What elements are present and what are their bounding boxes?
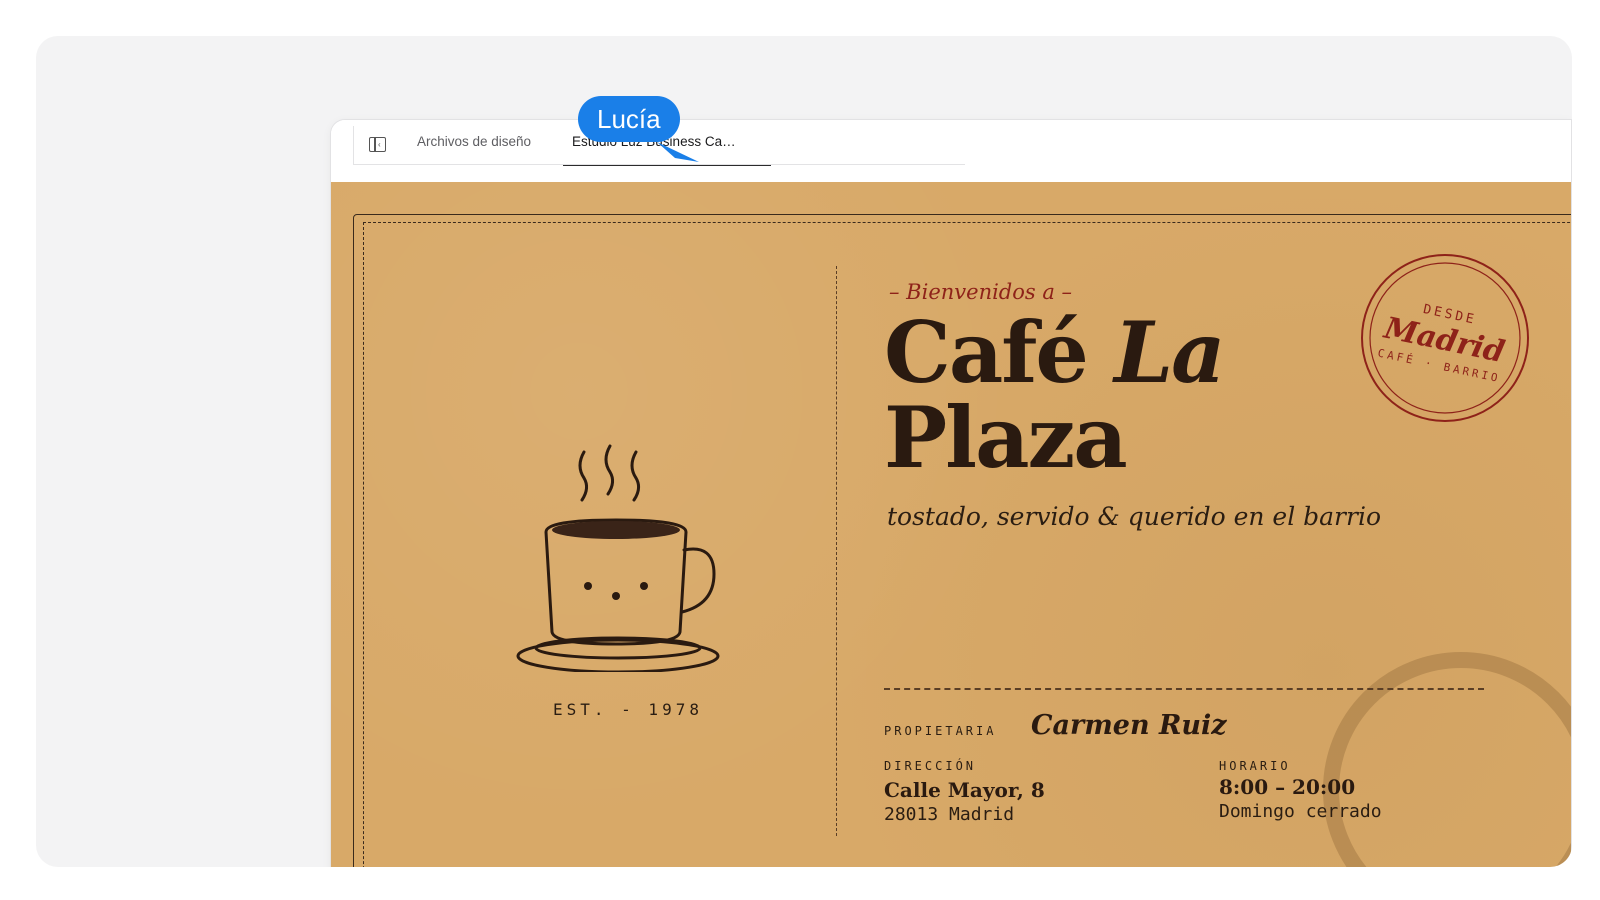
address-line2: 28013 Madrid [884,804,1015,825]
coffee-ring-stain [1323,652,1571,867]
business-name-line2: Plaza [884,388,1128,487]
tab-design-files[interactable]: Archivos de diseño [417,134,531,149]
hours-note: Domingo cerrado [1219,801,1382,822]
coffee-cup-icon [516,444,720,672]
collaborator-cursor-icon [657,142,699,162]
hours-label: HORARIO [1219,759,1291,773]
business-name-line1: Café La [884,303,1226,402]
address-label: DIRECCIÓN [884,759,977,773]
hours-value: 8:00 – 20:00 [1219,775,1356,799]
established-year: EST. - 1978 [553,700,703,719]
tagline: tostado, servido & querido en el barrio [887,502,1382,531]
card-horizontal-divider [884,688,1484,690]
collaborator-cursor-label: Lucía [578,96,680,142]
document-window: ‹ Archivos de diseño Estudio Luz Busines… [331,120,1571,867]
madrid-stamp-icon: DESDE Madrid CAFÉ · BARRIO [1361,254,1529,422]
welcome-script: – Bienvenidos a – [889,280,1073,304]
tab-strip-divider [353,126,354,164]
sidebar-toggle-icon[interactable]: ‹ [369,137,386,152]
address-line1: Calle Mayor, 8 [884,778,1045,802]
business-card-canvas[interactable]: EST. - 1978 – Bienvenidos a – Café La Pl… [331,182,1571,867]
owner-name: Carmen Ruiz [1031,710,1227,741]
owner-label: PROPIETARIA [884,724,997,738]
tab-bar: ‹ Archivos de diseño Estudio Luz Busines… [331,120,1571,183]
card-vertical-divider [836,266,837,836]
app-frame: ‹ Archivos de diseño Estudio Luz Busines… [36,36,1572,867]
